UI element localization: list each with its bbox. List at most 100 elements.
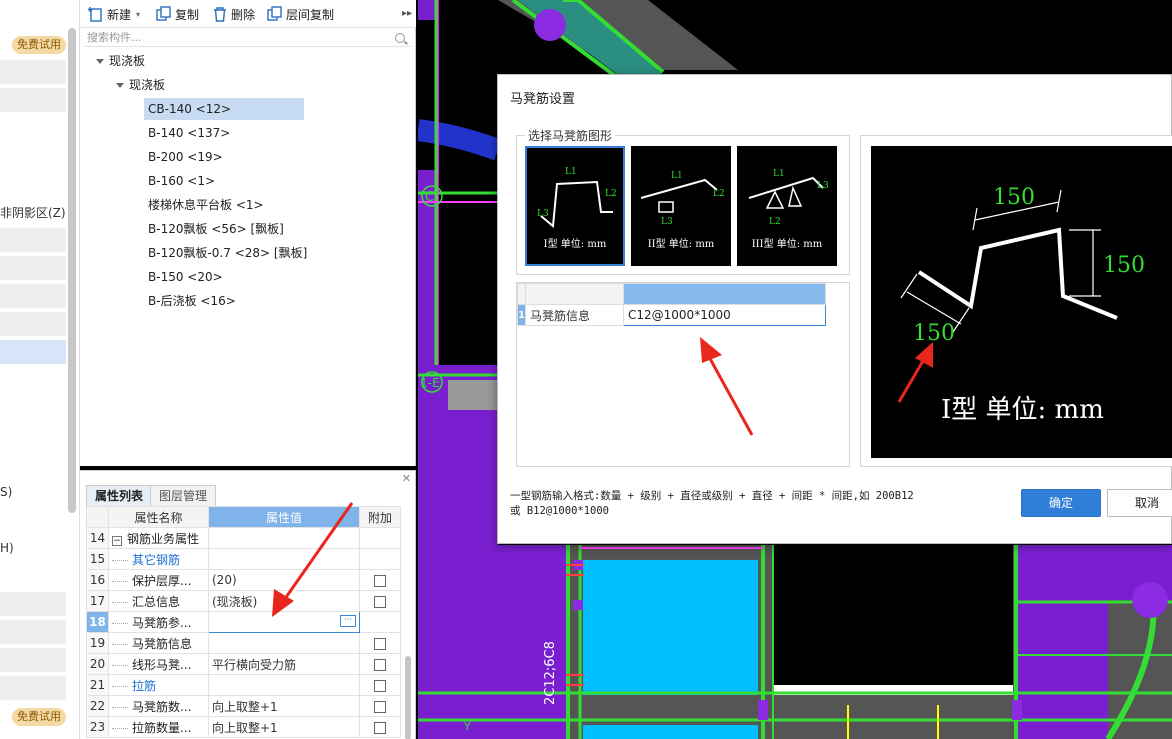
scrollbar[interactable] [68,28,76,513]
tree-item[interactable]: 楼梯休息平台板 <1> [144,194,264,216]
tree-item[interactable]: B-120飘板 <56> [飘板] [144,218,284,240]
nav-row[interactable] [0,592,66,616]
extra-checkbox[interactable] [374,595,386,608]
extra-cell [359,653,401,675]
property-name-cell: − 钢筋业务属性 [108,527,209,549]
row-number: 14 [86,527,109,549]
nav-row[interactable] [0,60,66,84]
new-button[interactable]: 新建 ▾ [88,5,140,23]
property-value[interactable]: 向上取整+1 [208,695,360,717]
property-name-cell: 保护层厚... [108,569,209,591]
nav-row[interactable] [0,676,66,700]
property-name: 拉筋数量... [132,720,192,735]
property-name: 马凳筋参... [132,615,192,630]
collapse-icon[interactable]: − [112,535,122,546]
table-row[interactable]: 23 拉筋数量... 向上取整+1 [86,716,401,738]
nav-label-h: H) [0,541,14,555]
nav-row-selected[interactable] [0,340,66,364]
caret-down-icon[interactable] [96,59,104,64]
axis-label-y: Y [463,720,471,733]
property-value[interactable]: 向上取整+1 [208,716,360,738]
table-row[interactable]: 21 拉筋 [86,674,401,696]
table-row[interactable]: 22 马凳筋数... 向上取整+1 [86,695,401,717]
extra-checkbox[interactable] [374,700,386,713]
corner-cell [517,283,526,305]
nav-row[interactable] [0,88,66,112]
property-value[interactable]: 平行横向受力筋 [208,653,360,675]
new-icon [88,7,102,22]
tree-item[interactable]: B-150 <20> [144,266,223,288]
trial-badge[interactable]: 免费试用 [12,708,66,726]
dim-right: 150 [1103,253,1145,278]
scrollbar[interactable] [405,656,411,739]
column-header-index [86,506,109,528]
close-icon[interactable]: ✕ [402,472,411,485]
property-name: 线形马凳... [132,657,192,672]
nav-row[interactable] [0,648,66,672]
row-number: 17 [86,590,109,612]
tree-group[interactable]: 现浇板 [116,75,165,95]
nav-row[interactable] [0,312,66,336]
tab-property-list[interactable]: 属性列表 [86,485,153,506]
shadow-area-label[interactable]: 非阴影区(Z) [0,204,66,221]
component-panel: 新建 ▾ 复制 删除 层间复制 ▸▸ 搜索构件... 现浇板 现浇板 CB-14… [80,0,416,466]
search-input[interactable]: 搜索构件... [84,29,412,47]
property-name: 保护层厚... [132,573,192,588]
property-name: 汇总信息 [132,594,181,609]
nav-row[interactable] [0,284,66,308]
tree-item[interactable]: B-后浇板 <16> [144,290,236,312]
extra-checkbox[interactable] [374,637,386,650]
row-number: 16 [86,569,109,591]
shape-type-3-option[interactable]: L1 L3 L2 III型 单位: mm [737,146,837,266]
row-number: 23 [86,716,109,738]
extra-checkbox[interactable] [374,679,386,692]
property-name: 拉筋 [132,678,157,693]
table-row[interactable]: 19 马凳筋信息 [86,632,401,654]
extra-checkbox[interactable] [374,658,386,671]
trial-badge[interactable]: 免费试用 [12,36,66,54]
annotation-arrow [272,502,354,617]
tree-item[interactable]: CB-140 <12> [144,98,304,120]
caret-down-icon[interactable] [116,83,124,88]
info-value-field[interactable]: C12@1000*1000 [623,304,826,326]
shape-group-title: 选择马凳筋图形 [525,127,616,144]
copy-label: 复制 [175,7,200,22]
floor-copy-button[interactable]: 层间复制 [267,5,334,23]
row-number: 20 [86,653,109,675]
search-icon[interactable] [395,33,405,43]
shape-preview-panel: 150 150 150 I型 单位: mm [860,135,1172,467]
property-name-cell: 其它钢筋 [108,548,209,570]
property-value[interactable] [208,632,360,654]
ok-button[interactable]: 确定 [1021,489,1101,517]
extra-cell [359,695,401,717]
tree-item[interactable]: B-120飘板-0.7 <28> [飘板] [144,242,307,264]
label-l1: L1 [565,167,577,177]
extra-checkbox[interactable] [374,721,386,734]
property-name: 马凳筋数... [132,699,192,714]
tree-item[interactable]: B-160 <1> [144,170,215,192]
expand-more-icon[interactable]: ▸▸ [402,8,412,19]
tree-item[interactable]: B-200 <19> [144,146,223,168]
property-name-cell: 线形马凳... [108,653,209,675]
shape-type-1-option[interactable]: L1 L2 L3 I型 单位: mm [525,146,625,266]
chevron-down-icon[interactable]: ▾ [136,10,140,19]
tab-layer-management[interactable]: 图层管理 [150,485,217,506]
row-number: 22 [86,695,109,717]
property-value[interactable] [208,674,360,696]
extra-checkbox[interactable] [374,574,386,587]
copy-button[interactable]: 复制 [156,5,199,23]
delete-button[interactable]: 删除 [212,5,255,23]
extra-cell [359,674,401,696]
preview-caption: I型 单位: mm [941,395,1104,425]
nav-row[interactable] [0,620,66,644]
property-name: 钢筋业务属性 [127,531,200,546]
tree-item[interactable]: B-140 <137> [144,122,230,144]
tree-root[interactable]: 现浇板 [96,51,145,71]
nav-row[interactable] [0,228,66,252]
table-row[interactable]: 1 马凳筋信息 C12@1000*1000 [517,304,826,326]
shape-type-2-option[interactable]: L1 L2 L3 II型 单位: mm [631,146,731,266]
cancel-button[interactable]: 取消 [1107,489,1172,517]
table-row[interactable]: 20 线形马凳... 平行横向受力筋 [86,653,401,675]
label-l3: L3 [537,209,549,219]
nav-row[interactable] [0,256,66,280]
